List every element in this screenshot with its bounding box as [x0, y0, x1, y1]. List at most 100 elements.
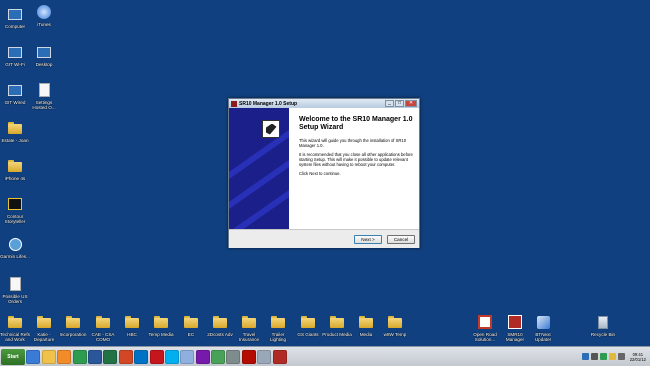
desktop-icon-label: Technical Refs and Work	[0, 332, 30, 342]
updater-icon	[535, 314, 551, 330]
outlook-icon[interactable]	[134, 349, 149, 364]
folder-icon	[124, 314, 140, 330]
network-icon	[7, 82, 23, 98]
desktop-icon-label: Estate - Joan	[1, 138, 29, 143]
desktop-icon-trailer-lighting[interactable]: Trailer Lighting	[263, 314, 293, 342]
desktop-icon-label: Trailer Lighting	[269, 332, 287, 342]
desktop-icon-label: GS Giants	[297, 332, 319, 337]
storyteller-icon	[7, 196, 23, 212]
desktop-icon-garmin[interactable]: Garmin Lifes...	[0, 236, 30, 259]
taskbar-pinned	[25, 349, 287, 364]
media-player-icon[interactable]	[57, 349, 72, 364]
sr10-icon	[507, 314, 523, 330]
desktop-icon-label: Garmin Lifes...	[0, 254, 30, 259]
volume-tray-icon[interactable]	[590, 353, 598, 360]
acrobat-reader-icon[interactable]	[241, 349, 256, 364]
desktop-icon-gs-giants[interactable]: GS Giants	[293, 314, 323, 337]
start-button[interactable]: Start	[1, 348, 25, 365]
desktop-icon-label: BTNext Updater	[534, 332, 552, 342]
desktop-icon-temp-media[interactable]: Temp Media	[146, 314, 176, 337]
next-button[interactable]: Next >	[354, 235, 382, 244]
desktop-icon-open-road[interactable]: Open Road Solution...	[470, 314, 500, 342]
desktop-icon-label: SMR10 Manager	[505, 332, 525, 342]
desktop-icon-label: Media	[359, 332, 373, 337]
computer-icon	[7, 6, 23, 22]
acrobat-icon[interactable]	[149, 349, 164, 364]
dialog-titlebar[interactable]: SR10 Manager 1.0 Setup _ □ ✕	[229, 99, 419, 108]
desktop-icon-label: Product Media	[322, 332, 352, 337]
network-tray-icon[interactable]	[581, 353, 589, 360]
desktop-icon-label: Possible US Orders	[2, 294, 28, 304]
dialog-footer: Next > Cancel	[229, 229, 419, 248]
desktop-icon-label: 2Dcosts Adv	[207, 332, 233, 337]
desktop-icon-media[interactable]: Media	[351, 314, 381, 337]
ie-icon[interactable]	[26, 349, 41, 364]
desktop-icon-possible-us-orders[interactable]: Possible US Orders	[0, 276, 30, 304]
app-icon	[231, 100, 237, 107]
explorer-icon[interactable]	[41, 349, 56, 364]
maximize-button[interactable]: □	[395, 100, 404, 107]
chrome-icon[interactable]	[72, 349, 87, 364]
desktop-icon-desktop[interactable]: Desktop	[29, 44, 59, 67]
excel-icon[interactable]	[103, 349, 118, 364]
skype-icon[interactable]	[164, 349, 179, 364]
desktop-icon-label: w8W Temp	[383, 332, 407, 337]
desktop-icon-btnext-updater[interactable]: BTNext Updater	[528, 314, 558, 342]
clock-date: 22/01/12	[629, 356, 646, 362]
clock[interactable]: 09:41 22/01/12	[630, 352, 646, 362]
desktop-icon-label: Desktop	[35, 62, 53, 67]
shield-tray-icon[interactable]	[599, 353, 607, 360]
setup-wizard-dialog: SR10 Manager 1.0 Setup _ □ ✕ Welcome to …	[228, 98, 420, 248]
powerpoint-icon[interactable]	[118, 349, 133, 364]
desktop-icon-cae-csa[interactable]: CAE - CSA COMO	[88, 314, 118, 342]
close-button[interactable]: ✕	[405, 100, 417, 107]
folder-icon	[358, 314, 374, 330]
sr10-icon[interactable]	[272, 349, 287, 364]
desktop-icon-recycle-bin[interactable]: Recycle Bin	[588, 314, 618, 337]
desktop-icon-settings[interactable]: Settings Hosted O...	[29, 82, 59, 110]
folder-icon	[36, 314, 52, 330]
desktop-icon-iphone[interactable]: iPhone 4s	[0, 158, 30, 181]
folder-icon	[212, 314, 228, 330]
folder-icon	[65, 314, 81, 330]
desktop-icon-hbc[interactable]: HBC	[117, 314, 147, 337]
wizard-content: Welcome to the SR10 Manager 1.0 Setup Wi…	[289, 108, 419, 229]
battery-tray-icon[interactable]	[617, 353, 625, 360]
desktop-icon-sr10-manager[interactable]: SMR10 Manager	[500, 314, 530, 342]
desktop-icon-storyteller[interactable]: Contour Storyteller	[0, 196, 30, 224]
desktop-icon-label: Contour Storyteller	[4, 214, 26, 224]
itunes-icon[interactable]	[180, 349, 195, 364]
desktop-icon-git-wired[interactable]: GIT Wired	[0, 82, 30, 105]
notepad-icon[interactable]	[257, 349, 272, 364]
settings-icon[interactable]	[226, 349, 241, 364]
desktop-icon-git-wifi[interactable]: GIT Wi-Fi	[0, 44, 30, 67]
itunes-icon	[36, 4, 52, 20]
cancel-button[interactable]: Cancel	[387, 235, 415, 244]
desktop-icon-technical-refs[interactable]: Technical Refs and Work	[0, 314, 30, 342]
desktop-icon-2dcosts[interactable]: 2Dcosts Adv	[205, 314, 235, 337]
desktop-icon-w8w-temp[interactable]: w8W Temp	[380, 314, 410, 337]
photos-icon[interactable]	[211, 349, 226, 364]
folder-icon	[329, 314, 345, 330]
onenote-icon[interactable]	[195, 349, 210, 364]
desktop-icon-incorporation[interactable]: Incorporation	[58, 314, 88, 337]
minimize-button[interactable]: _	[385, 100, 394, 107]
desktop-icon-katie[interactable]: Katie - Departure	[29, 314, 59, 342]
desktop-icon	[36, 44, 52, 60]
word-icon[interactable]	[87, 349, 102, 364]
dialog-body: Welcome to the SR10 Manager 1.0 Setup Wi…	[229, 108, 419, 229]
flag-tray-icon[interactable]	[608, 353, 616, 360]
desktop-icon-label: Open Road Solution...	[473, 332, 497, 342]
folder-icon	[7, 120, 23, 136]
desktop-icon-label: iPhone 4s	[4, 176, 26, 181]
desktop-icon-computer[interactable]: Computer	[0, 6, 30, 29]
dialog-title: SR10 Manager 1.0 Setup	[239, 100, 298, 107]
desktop-icon-product-media[interactable]: Product Media	[322, 314, 352, 337]
desktop-icon-ec[interactable]: EC	[176, 314, 206, 337]
desktop-icon-estate[interactable]: Estate - Joan	[0, 120, 30, 143]
desktop-icon-itunes[interactable]: iTunes	[29, 4, 59, 27]
folder-icon	[7, 314, 23, 330]
desktop-icon-label: Incorporation	[59, 332, 87, 337]
tray-icons	[580, 353, 625, 360]
desktop-icon-travel-insurance[interactable]: Travel Insurance	[234, 314, 264, 342]
